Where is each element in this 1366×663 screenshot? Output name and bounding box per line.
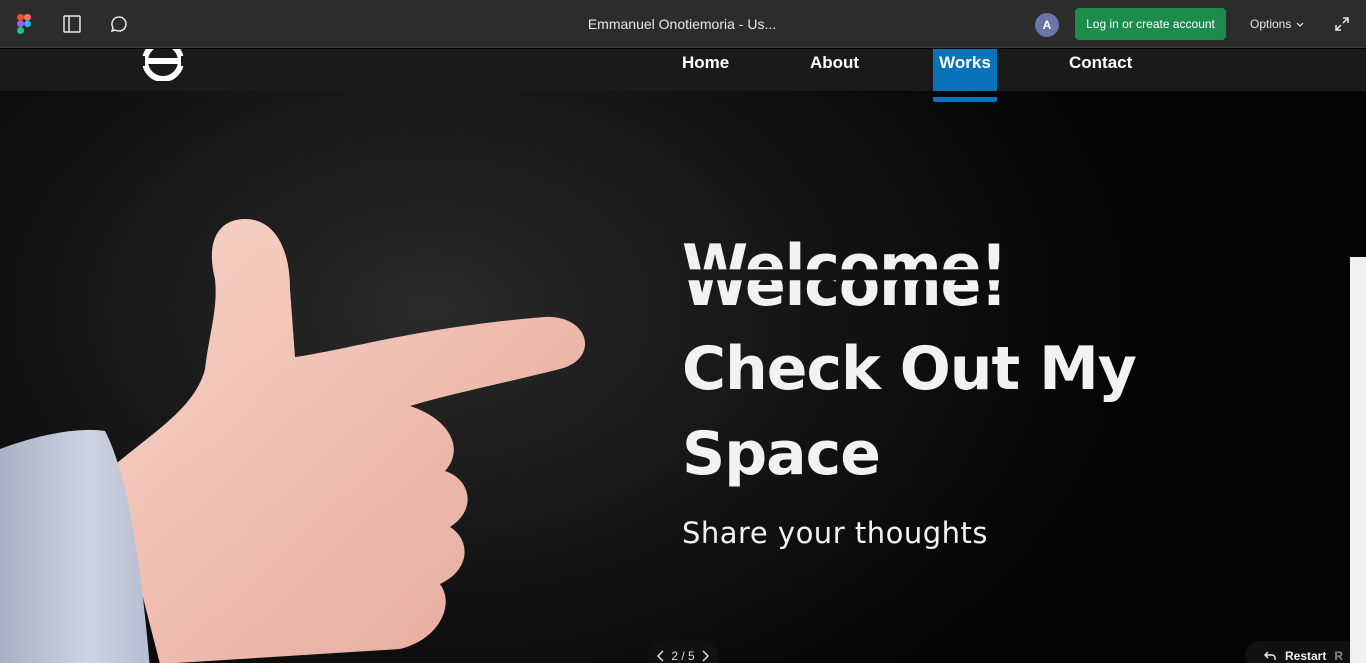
page-navigator: 2 / 5 xyxy=(648,641,718,663)
nav-contact[interactable]: Contact xyxy=(1069,53,1132,73)
login-button[interactable]: Log in or create account xyxy=(1075,8,1226,40)
page-indicator: 2 / 5 xyxy=(671,649,695,663)
previous-page-icon[interactable] xyxy=(656,650,666,662)
fullscreen-icon[interactable] xyxy=(1333,15,1351,33)
comment-icon[interactable] xyxy=(107,12,131,36)
figma-logo-icon[interactable] xyxy=(12,12,36,36)
hero-line-3: Space xyxy=(682,419,881,489)
restart-shortcut: R xyxy=(1334,649,1344,663)
restart-button[interactable]: Restart R xyxy=(1245,641,1350,663)
avatar[interactable]: A xyxy=(1035,13,1059,37)
figma-toolbar: Emmanuel Onotiemoria - Us... A Log in or… xyxy=(0,0,1366,48)
scrollbar[interactable] xyxy=(1350,257,1366,663)
site-navbar: Home About Works Contact xyxy=(0,49,1366,91)
restart-label: Restart xyxy=(1285,649,1327,663)
hero-subtitle: Share your thoughts xyxy=(682,516,988,550)
nav-home[interactable]: Home xyxy=(682,53,729,73)
nav-works[interactable]: Works xyxy=(933,49,997,91)
restart-icon xyxy=(1264,651,1276,660)
active-nav-indicator xyxy=(933,97,997,102)
chevron-down-icon xyxy=(1296,22,1304,27)
options-label: Options xyxy=(1250,17,1292,31)
document-title: Emmanuel Onotiemoria - Us... xyxy=(587,16,777,32)
nav-about[interactable]: About xyxy=(810,53,859,73)
prototype-canvas: Home About Works Contact Welcome! Welcom… xyxy=(0,49,1366,663)
options-menu[interactable]: Options xyxy=(1250,17,1305,31)
pointing-hand-illustration xyxy=(0,209,600,663)
hero-line-2: Check Out My xyxy=(682,334,1137,404)
sidebar-toggle-icon[interactable] xyxy=(60,12,84,36)
next-page-icon[interactable] xyxy=(700,650,710,662)
site-logo-icon[interactable] xyxy=(138,49,188,82)
